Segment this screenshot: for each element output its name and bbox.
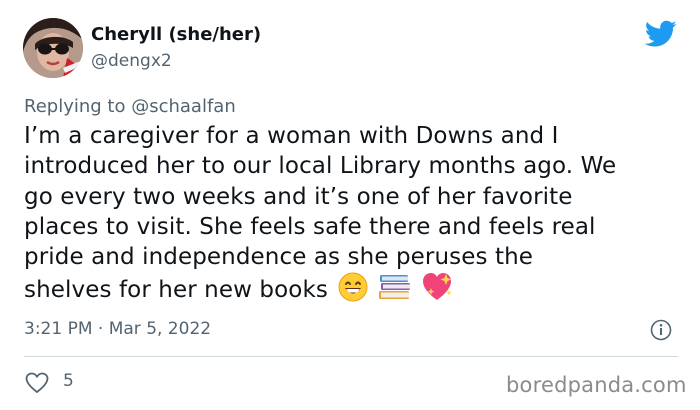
tweet-line: places to visit. She feels safe there an… bbox=[24, 213, 596, 240]
grinning-face-emoji bbox=[338, 272, 368, 302]
heart-icon[interactable] bbox=[25, 372, 49, 394]
tweet-line: I’m a caregiver for a woman with Downs a… bbox=[24, 123, 559, 149]
tweet-last-line: shelves for her new books bbox=[24, 272, 692, 305]
divider bbox=[24, 356, 678, 357]
avatar[interactable] bbox=[23, 18, 83, 78]
emoji-group bbox=[338, 272, 454, 302]
tweet-card: Cheryll (she/her) @dengx2 Replying to @s… bbox=[0, 0, 700, 410]
display-name[interactable]: Cheryll (she/her) bbox=[91, 24, 261, 45]
tweet-timestamp[interactable]: 3:21 PM · Mar 5, 2022 bbox=[24, 319, 211, 339]
like-count: 5 bbox=[63, 371, 74, 391]
books-emoji bbox=[378, 275, 410, 300]
tweet-line: shelves for her new books bbox=[24, 277, 328, 304]
info-icon[interactable] bbox=[650, 319, 672, 341]
replying-to-label: Replying to bbox=[24, 96, 126, 117]
tweet-line: pride and independence as she peruses th… bbox=[24, 244, 534, 271]
watermark: boredpanda.com bbox=[506, 373, 687, 397]
tweet-line: go every two weeks and it’s one of her f… bbox=[24, 183, 573, 210]
reply-handle-link[interactable]: @schaalfan bbox=[131, 96, 236, 117]
sparkling-heart-emoji bbox=[422, 273, 452, 301]
tweet-text: I’m a caregiver for a woman with Downs a… bbox=[24, 121, 692, 306]
twitter-bird-icon[interactable] bbox=[644, 20, 677, 48]
replying-to: Replying to @schaalfan bbox=[24, 96, 236, 117]
tweet-line: introduced her to our local Library mont… bbox=[24, 153, 617, 180]
author-handle[interactable]: @dengx2 bbox=[91, 51, 172, 71]
